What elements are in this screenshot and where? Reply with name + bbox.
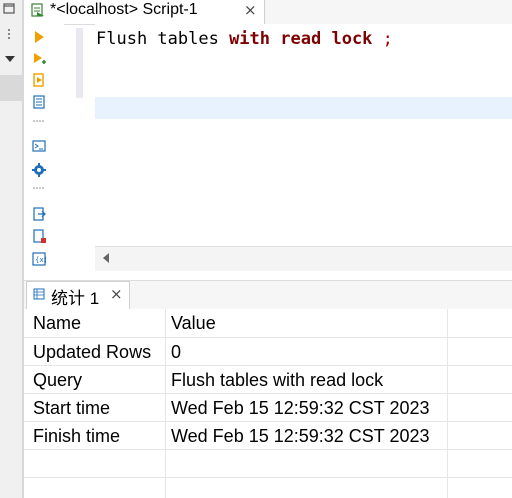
variables-icon[interactable]: {x} (32, 252, 46, 266)
current-line-highlight (95, 97, 512, 119)
column-header-value[interactable]: Value (171, 313, 216, 334)
settings-icon[interactable] (32, 163, 46, 177)
editor-tab-close-icon[interactable]: × (244, 1, 257, 19)
more-icon[interactable] (5, 28, 13, 40)
sql-editor[interactable] (95, 24, 512, 246)
code-text: Flush tables (96, 29, 230, 49)
line-marker (76, 28, 83, 98)
grid-icon (33, 288, 45, 300)
keyword-read: read (280, 29, 322, 49)
console-icon[interactable] (32, 139, 46, 153)
results-tab-label: 统计 1 (51, 289, 100, 308)
gutter-selection (0, 75, 22, 101)
export-icon[interactable] (32, 207, 46, 221)
editor-tab-title: *<localhost> Script-1 (50, 1, 198, 18)
row-name-cell[interactable]: Query (33, 370, 82, 391)
row-value-cell[interactable]: Flush tables with read lock (171, 370, 383, 391)
row-divider (24, 365, 512, 366)
row-divider (24, 421, 512, 422)
semicolon: ; (382, 29, 393, 49)
row-divider (24, 337, 512, 338)
database-script-icon (31, 3, 44, 17)
row-value-cell[interactable]: Wed Feb 15 12:59:32 CST 2023 (171, 398, 430, 419)
row-value-cell[interactable]: Wed Feb 15 12:59:32 CST 2023 (171, 426, 430, 447)
maximize-icon[interactable] (2, 2, 16, 16)
row-divider (24, 393, 512, 394)
row-name-cell[interactable]: Start time (33, 398, 110, 419)
row-name-cell[interactable]: Finish time (33, 426, 120, 447)
svg-text:{x}: {x} (35, 256, 46, 264)
keyword-with: with (229, 29, 271, 49)
row-value-cell[interactable]: 0 (171, 342, 181, 363)
row-divider (24, 449, 512, 450)
scroll-left-icon[interactable] (101, 252, 111, 264)
column-header-name[interactable]: Name (33, 313, 81, 334)
row-divider (24, 477, 512, 478)
editor-ruler (54, 24, 64, 244)
execute-file-icon[interactable] (32, 73, 46, 87)
chevron-down-icon[interactable] (4, 55, 16, 63)
sql-code[interactable]: Flush tables with read lock ; (96, 29, 393, 49)
results-tab-close-icon[interactable]: × (110, 285, 123, 303)
toolbar-separator-icon (33, 187, 44, 189)
keyword-lock: lock (331, 29, 373, 49)
explain-plan-icon[interactable] (32, 95, 46, 109)
horizontal-scrollbar[interactable] (95, 246, 512, 271)
import-icon[interactable] (32, 229, 46, 243)
execute-statement-icon[interactable] (32, 30, 46, 44)
row-name-cell[interactable]: Updated Rows (33, 342, 151, 363)
execute-script-icon[interactable] (32, 52, 46, 66)
toolbar-separator-icon (33, 120, 44, 122)
